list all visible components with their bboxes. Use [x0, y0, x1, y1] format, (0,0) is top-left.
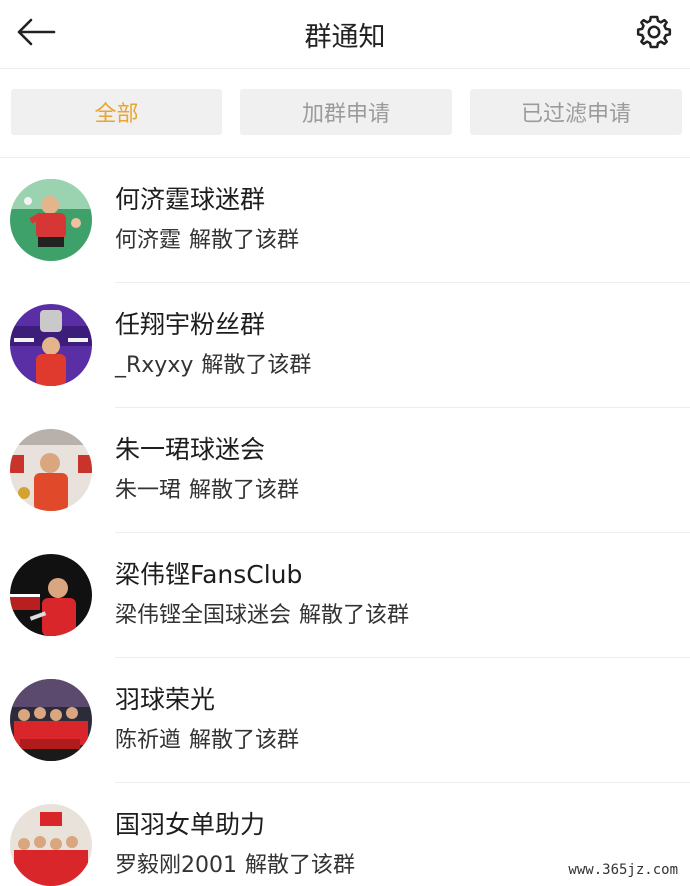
notification-text: 陈祈遒 解散了该群	[115, 722, 299, 754]
actor-name: 梁伟铿全国球迷会	[115, 603, 292, 628]
notification-text: _Rxyxy 解散了该群	[115, 347, 311, 379]
actor-name: 朱一珺	[115, 478, 182, 503]
actor-name: 何济霆	[115, 228, 182, 253]
notification-text: 梁伟铿全国球迷会 解散了该群	[115, 597, 409, 629]
notification-text: 何济霆 解散了该群	[115, 222, 299, 254]
action-text: 解散了该群	[189, 228, 300, 253]
filter-tabs: 全部 加群申请 已过滤申请	[0, 69, 690, 158]
list-item[interactable]: 羽球荣光 陈祈遒 解散了该群	[0, 658, 690, 783]
action-text: 解散了该群	[189, 728, 300, 753]
group-name: 朱一珺球迷会	[115, 435, 266, 464]
actor-name: 罗毅刚2001	[115, 853, 237, 878]
arrow-left-icon	[17, 18, 56, 46]
action-text: 解散了该群	[299, 603, 410, 628]
page-title: 群通知	[304, 21, 386, 53]
group-name: 梁伟铿FansClub	[115, 560, 303, 589]
watermark: www.365jz.com	[564, 860, 682, 880]
avatar	[10, 679, 92, 761]
actor-name: _Rxyxy	[115, 353, 194, 378]
tab-join-requests[interactable]: 加群申请	[240, 89, 452, 135]
list-item[interactable]: 朱一珺球迷会 朱一珺 解散了该群	[0, 408, 690, 533]
actor-name: 陈祈遒	[115, 728, 182, 753]
group-name: 国羽女单助力	[115, 810, 266, 839]
group-name: 羽球荣光	[115, 685, 216, 714]
avatar	[10, 804, 92, 886]
notification-text: 朱一珺 解散了该群	[115, 472, 299, 504]
action-text: 解散了该群	[189, 478, 300, 503]
avatar	[10, 554, 92, 636]
avatar	[10, 429, 92, 511]
group-name: 任翔宇粉丝群	[115, 310, 266, 339]
list-item[interactable]: 梁伟铿FansClub 梁伟铿全国球迷会 解散了该群	[0, 533, 690, 658]
avatar	[10, 179, 92, 261]
notification-text: 罗毅刚2001 解散了该群	[115, 847, 355, 879]
notification-list: 何济霆球迷群 何济霆 解散了该群 任翔宇粉丝群 _Rxyxy 解散了该群 朱一珺…	[0, 158, 690, 886]
action-text: 解散了该群	[201, 353, 312, 378]
group-name: 何济霆球迷群	[115, 185, 266, 214]
avatar	[10, 304, 92, 386]
settings-button[interactable]	[632, 10, 676, 54]
list-item[interactable]: 何济霆球迷群 何济霆 解散了该群	[0, 158, 690, 283]
top-bar: 群通知	[0, 0, 690, 69]
list-item[interactable]: 任翔宇粉丝群 _Rxyxy 解散了该群	[0, 283, 690, 408]
back-button[interactable]	[14, 12, 58, 52]
tab-filtered-requests[interactable]: 已过滤申请	[470, 89, 682, 135]
gear-icon	[636, 15, 672, 49]
action-text: 解散了该群	[245, 853, 356, 878]
tab-all[interactable]: 全部	[11, 89, 222, 135]
